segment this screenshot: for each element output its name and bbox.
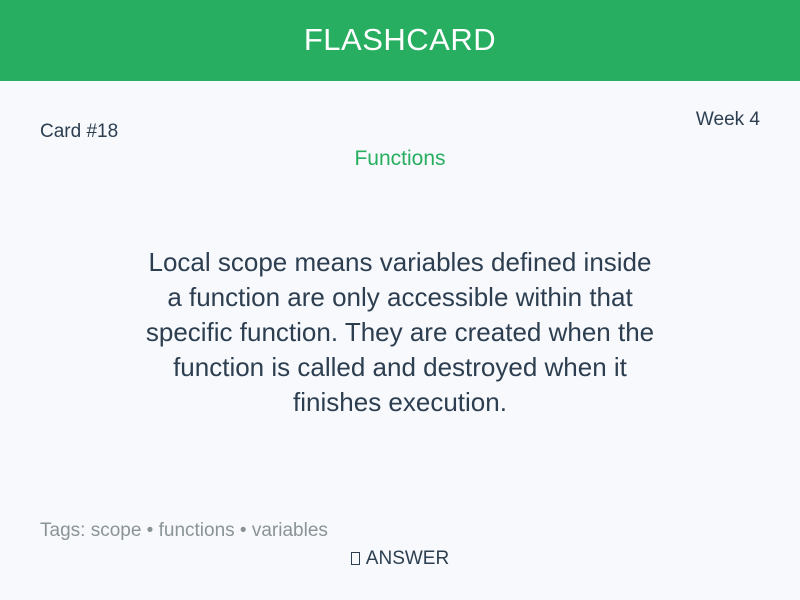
header-bar: FLASHCARD bbox=[0, 0, 800, 81]
card-number: Card #18 bbox=[40, 121, 119, 142]
card-content: Local scope means variables defined insi… bbox=[145, 247, 655, 417]
week-label: Week 4 bbox=[695, 109, 760, 130]
card-topic: Functions bbox=[354, 147, 446, 170]
page-title: FLASHCARD bbox=[303, 22, 497, 57]
answer-icon bbox=[350, 552, 360, 565]
answer-button[interactable]: ANSWER bbox=[0, 548, 800, 570]
card-tags: Tags: scope • functions • variables bbox=[40, 520, 328, 541]
answer-button-label: ANSWER bbox=[365, 548, 450, 569]
